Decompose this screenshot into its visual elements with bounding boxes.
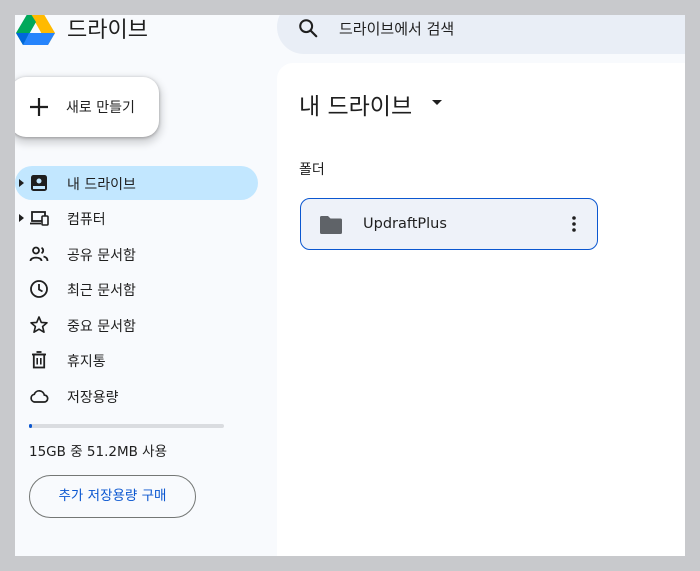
storage-usage-text: 15GB 중 51.2MB 사용 xyxy=(29,444,168,460)
new-button[interactable]: 새로 만들기 xyxy=(15,77,159,137)
storage-progress-bar xyxy=(29,424,224,428)
search-bar[interactable]: 드라이브에서 검색 xyxy=(277,15,685,54)
folder-card[interactable]: UpdraftPlus xyxy=(300,198,598,250)
sidebar-item-label: 내 드라이브 xyxy=(67,177,136,193)
cloud-icon xyxy=(30,389,49,403)
sidebar-item-shared[interactable]: 공유 문서함 xyxy=(15,237,258,271)
page-title[interactable]: 내 드라이브 xyxy=(299,87,412,121)
sidebar-item-label: 휴지통 xyxy=(67,354,106,370)
sidebar-item-storage[interactable]: 저장용량 xyxy=(15,379,258,413)
sidebar-item-label: 공유 문서함 xyxy=(67,248,136,264)
folder-name: UpdraftPlus xyxy=(363,216,447,232)
clock-icon xyxy=(30,280,48,298)
sidebar-item-trash[interactable]: 휴지통 xyxy=(15,343,258,377)
sidebar-item-computers[interactable]: 컴퓨터 xyxy=(15,201,258,235)
buy-storage-button[interactable]: 추가 저장용량 구매 xyxy=(29,475,196,518)
expand-caret-icon[interactable] xyxy=(19,179,24,187)
sidebar-item-recent[interactable]: 최근 문서함 xyxy=(15,272,258,306)
sidebar-item-starred[interactable]: 중요 문서함 xyxy=(15,308,258,342)
sidebar-item-label: 저장용량 xyxy=(67,390,119,406)
storage-progress-fill xyxy=(29,424,32,428)
star-icon xyxy=(30,316,48,334)
search-input[interactable]: 드라이브에서 검색 xyxy=(339,18,454,39)
trash-icon xyxy=(32,351,46,369)
expand-caret-icon[interactable] xyxy=(19,214,24,222)
app-title: 드라이브 xyxy=(67,18,148,43)
sidebar-item-label: 최근 문서함 xyxy=(67,283,136,299)
more-vert-icon[interactable] xyxy=(564,214,584,234)
shared-people-icon xyxy=(29,246,49,262)
sidebar-item-label: 중요 문서함 xyxy=(67,319,136,335)
search-icon[interactable] xyxy=(297,17,319,39)
my-drive-icon xyxy=(31,175,47,191)
google-drive-logo[interactable] xyxy=(15,15,57,47)
chevron-down-icon[interactable] xyxy=(432,100,442,105)
drive-app: 드라이브 드라이브에서 검색 새로 만들기 내 드라이브 컴퓨터 공유 문서함 … xyxy=(15,15,685,556)
new-button-label: 새로 만들기 xyxy=(66,100,135,116)
sidebar-item-my-drive[interactable]: 내 드라이브 xyxy=(15,166,258,200)
folders-section-label: 폴더 xyxy=(299,162,325,178)
sidebar-item-label: 컴퓨터 xyxy=(67,212,106,228)
plus-icon xyxy=(30,98,48,116)
folder-icon xyxy=(320,216,342,234)
computers-icon xyxy=(30,211,49,226)
main-content: 내 드라이브 폴더 UpdraftPlus xyxy=(277,63,685,556)
